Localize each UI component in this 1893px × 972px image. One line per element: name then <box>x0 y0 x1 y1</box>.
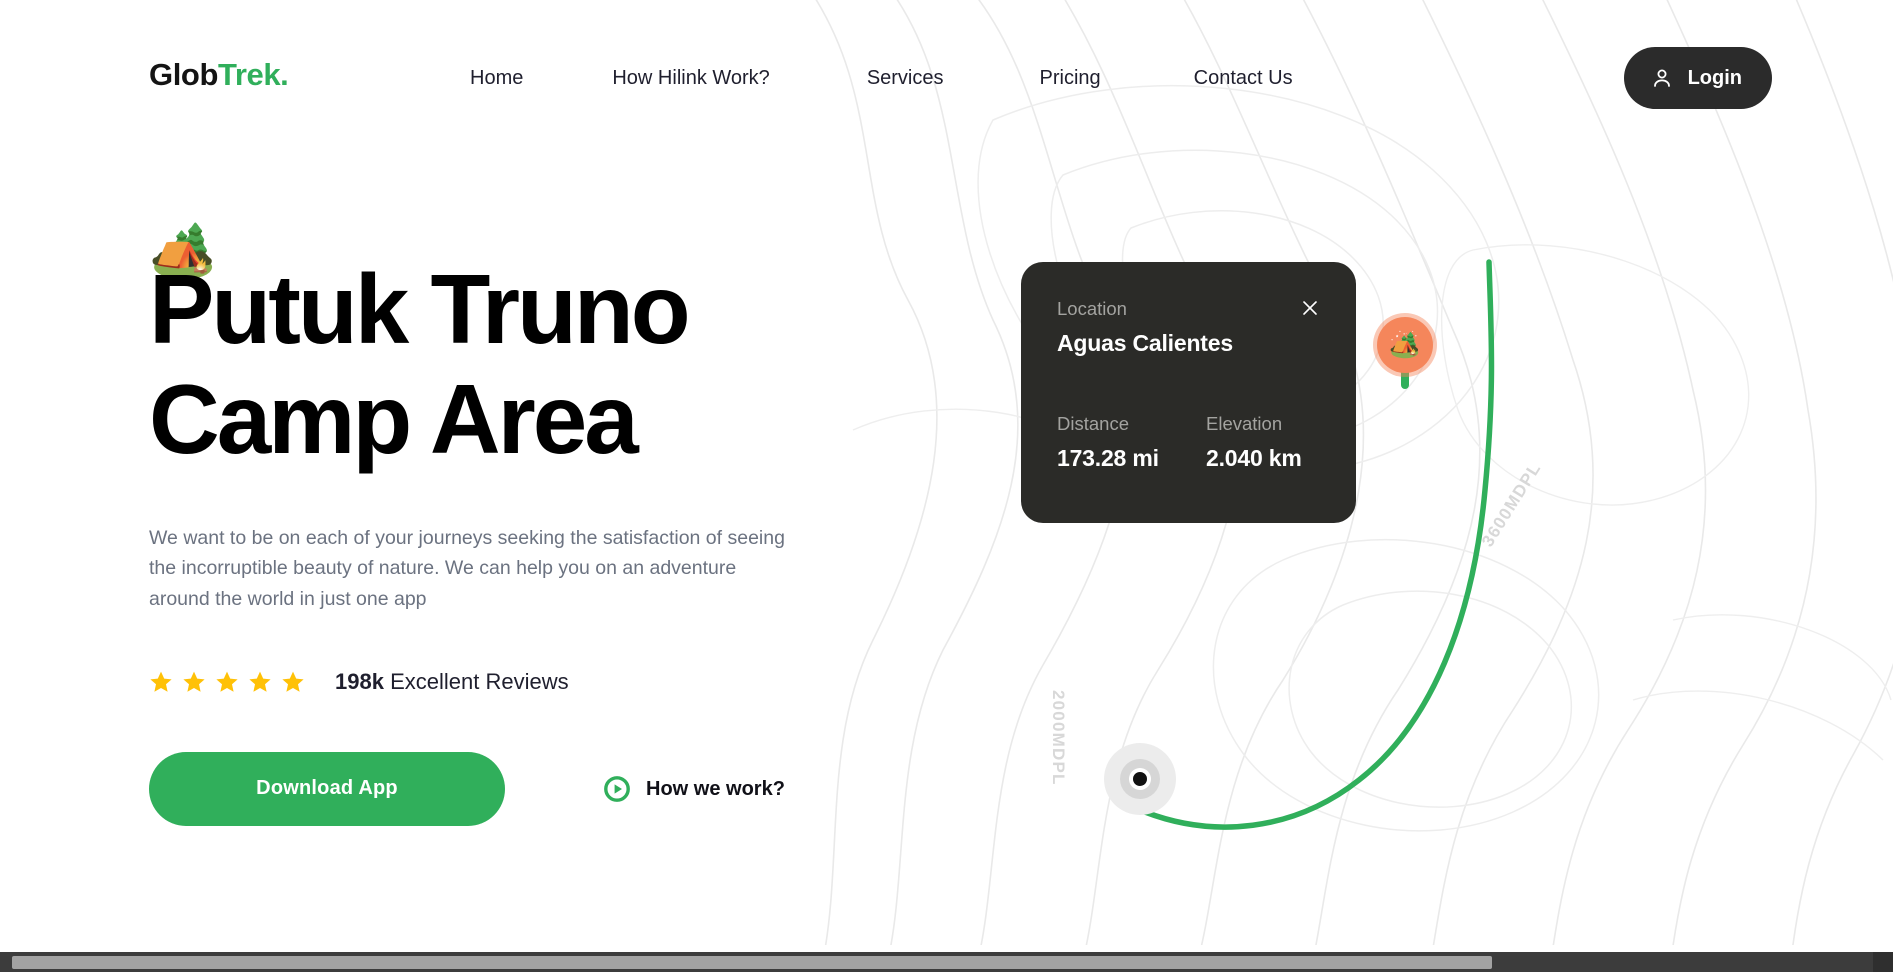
card-header-row: Location <box>1057 298 1320 319</box>
elevation-label: Elevation <box>1206 412 1283 434</box>
star-rating <box>149 670 305 694</box>
star-icon <box>149 670 173 694</box>
location-info-card: Location Aguas Calientes Distance 173.28… <box>1021 262 1356 523</box>
page-root: 3600MDPL 2000MDPL 🏕️ GlobTrek. Home How … <box>0 0 1893 972</box>
rating-row: 198k Excellent Reviews <box>149 670 869 694</box>
location-value: Aguas Calientes <box>1057 329 1233 356</box>
brand-logo[interactable]: GlobTrek. <box>149 57 289 92</box>
hero-title-line-1: Putuk Truno <box>149 254 691 364</box>
nav-item-pricing[interactable]: Pricing <box>1040 68 1101 88</box>
download-app-button[interactable]: Download App <box>149 751 505 826</box>
hero-section: 🏕️ Putuk Truno Camp Area We want to be o… <box>149 215 869 826</box>
distance-value: 173.28 mi <box>1057 445 1159 471</box>
route-start-marker[interactable] <box>1104 743 1176 815</box>
camping-tent-emoji-icon: 🏕️ <box>1389 330 1421 359</box>
nav-item-how-hilink-work[interactable]: How Hilink Work? <box>612 68 769 88</box>
how-we-work-label: How we work? <box>646 777 785 800</box>
star-icon <box>215 670 239 694</box>
nav-item-services[interactable]: Services <box>867 68 944 88</box>
star-icon <box>281 670 305 694</box>
login-button[interactable]: Login <box>1623 47 1772 109</box>
contour-label-2000: 2000MDPL <box>1049 690 1068 786</box>
elevation-value: 2.040 km <box>1206 445 1302 471</box>
location-label: Location <box>1057 298 1127 319</box>
nav-item-home[interactable]: Home <box>470 68 523 88</box>
camp-location-pin[interactable]: 🏕️ <box>1377 317 1433 389</box>
page-title: Putuk Truno Camp Area <box>149 254 869 475</box>
brand-logo-accent: Trek. <box>218 57 289 92</box>
scrollbar-corner <box>1873 952 1893 972</box>
stat-elevation: Elevation 2.040 km <box>1206 412 1302 471</box>
play-circle-icon <box>604 775 630 802</box>
review-label-text: Excellent Reviews <box>390 668 569 694</box>
distance-label: Distance <box>1057 412 1129 434</box>
login-button-label: Login <box>1687 67 1742 89</box>
contour-label-3600: 3600MDPL <box>1478 458 1545 551</box>
how-we-work-button[interactable]: How we work? <box>604 775 785 802</box>
brand-logo-primary: Glob <box>149 57 218 92</box>
card-stats-row: Distance 173.28 mi Elevation 2.040 km <box>1057 412 1320 471</box>
horizontal-scrollbar-thumb[interactable] <box>12 956 1492 969</box>
star-icon <box>248 670 272 694</box>
main-navigation: Home How Hilink Work? Services Pricing C… <box>470 68 1293 88</box>
hero-title-line-2: Camp Area <box>149 363 639 474</box>
star-icon <box>182 670 206 694</box>
user-icon <box>1650 66 1674 90</box>
location-dot-icon <box>1133 772 1147 786</box>
rating-label: 198k Excellent Reviews <box>335 668 569 694</box>
pin-circle: 🏕️ <box>1377 317 1433 373</box>
site-header: GlobTrek. Home How Hilink Work? Services… <box>0 0 1893 140</box>
horizontal-scrollbar[interactable] <box>0 952 1893 972</box>
close-icon[interactable] <box>1300 298 1320 318</box>
hero-description: We want to be on each of your journeys s… <box>149 526 785 611</box>
review-count: 198k <box>335 668 384 694</box>
cta-row: Download App How we work? <box>149 751 869 826</box>
stat-distance: Distance 173.28 mi <box>1057 412 1206 471</box>
nav-item-contact-us[interactable]: Contact Us <box>1194 68 1293 88</box>
